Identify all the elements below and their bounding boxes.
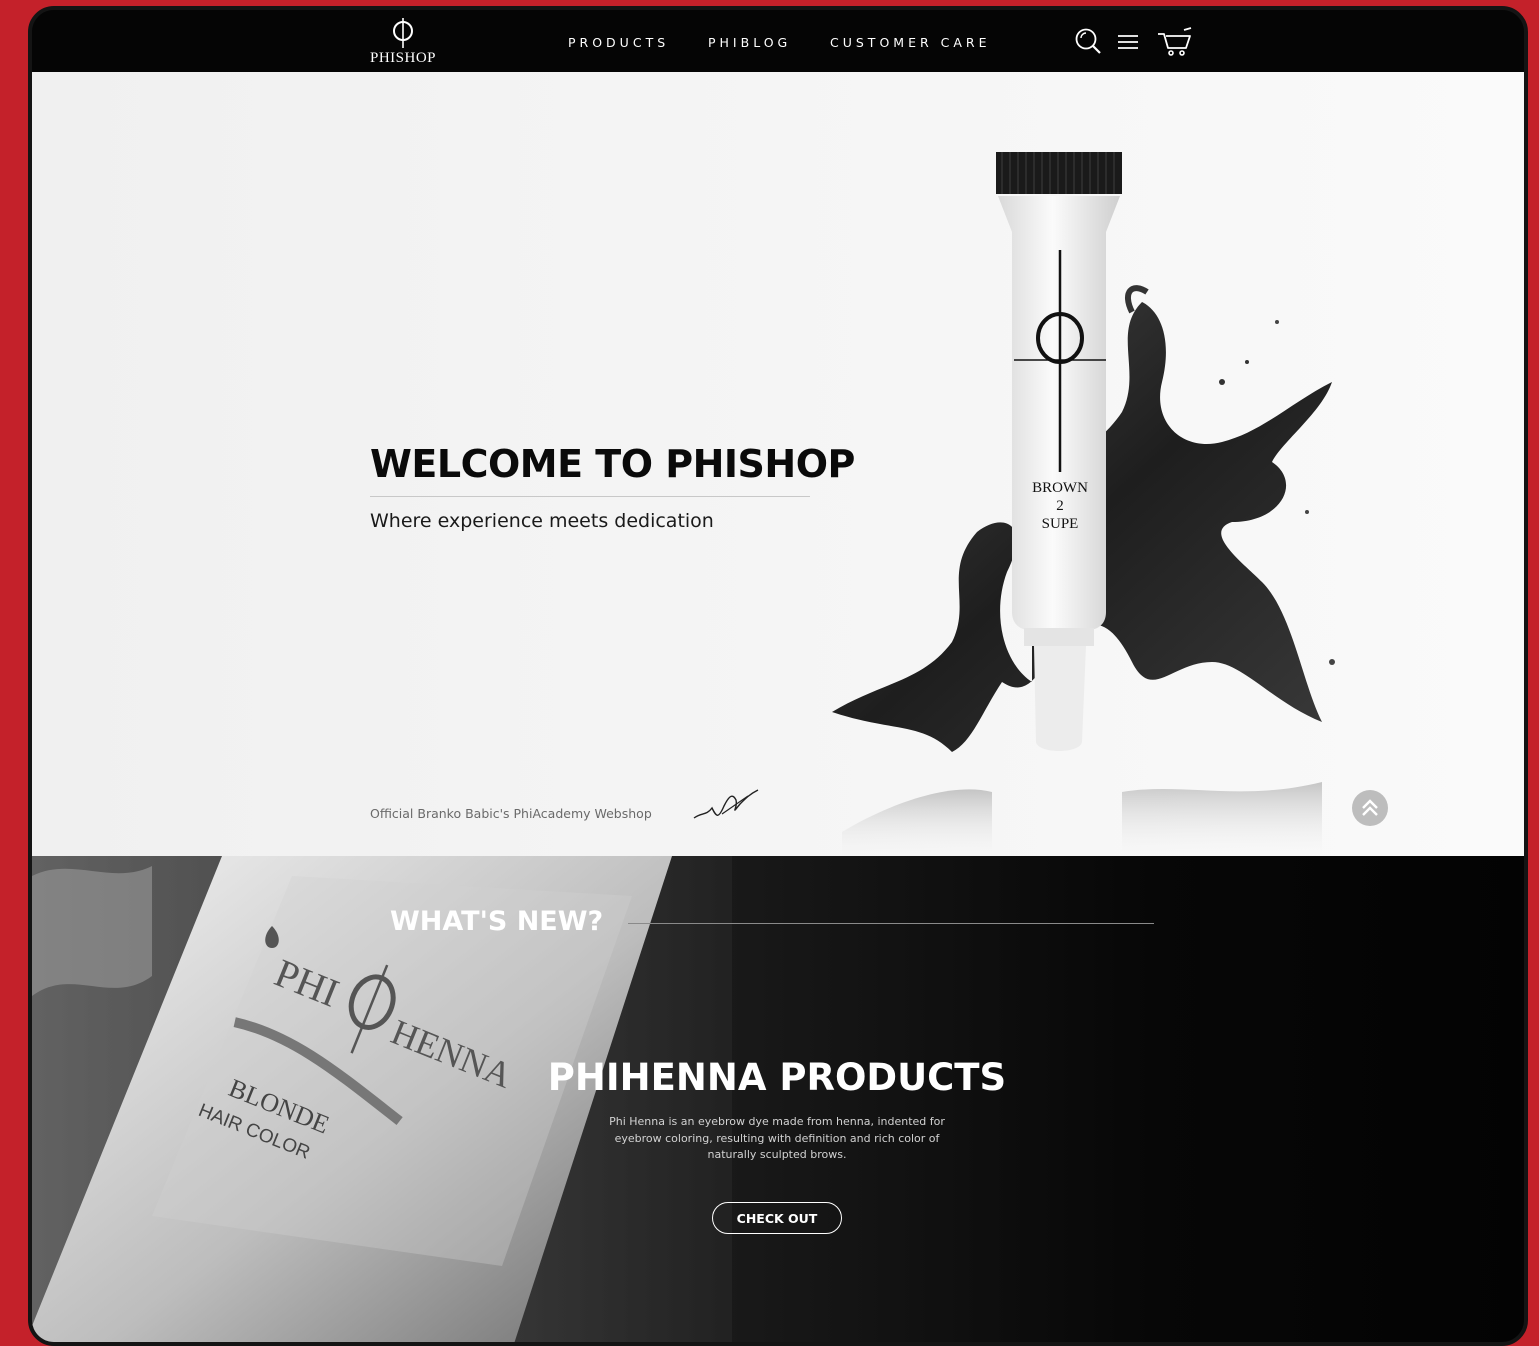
tube-label-line-1: BROWN	[1032, 480, 1088, 496]
hero-subtitle: Where experience meets dedication	[370, 510, 714, 532]
signature-image	[693, 789, 759, 819]
hero-footnote: Official Branko Babic's PhiAcademy Websh…	[370, 806, 652, 821]
cart-icon[interactable]	[1156, 26, 1192, 58]
hero-divider	[370, 496, 810, 497]
browser-frame: PHISHOP PRODUCTS PHIBLOG CUSTOMER CARE W…	[28, 6, 1528, 1346]
whats-new-section: PHI HENNA BLONDE HAIR COLOR WHAT'S NEW? …	[32, 856, 1524, 1342]
hero-section: WELCOME TO PHISHOP Where experience meet…	[32, 72, 1524, 856]
feature-title: PHIHENNA PRODUCTS	[547, 1056, 1007, 1099]
phihenna-package-image: PHI HENNA BLONDE HAIR COLOR	[32, 856, 732, 1342]
top-navigation: PHISHOP PRODUCTS PHIBLOG CUSTOMER CARE	[32, 10, 1524, 72]
whats-new-heading: WHAT'S NEW?	[390, 906, 604, 937]
tube-label-line-2: 2	[1056, 498, 1064, 514]
nav-link-customer-care[interactable]: CUSTOMER CARE	[830, 35, 991, 50]
nav-link-phiblog[interactable]: PHIBLOG	[708, 35, 791, 50]
hero-title: WELCOME TO PHISHOP	[370, 442, 855, 486]
nav-link-products[interactable]: PRODUCTS	[568, 35, 669, 50]
phishop-logo[interactable]: PHISHOP	[368, 18, 438, 66]
brown-tint-tube-image: BROWN 2 SUPE	[832, 152, 1335, 856]
feature-description: Phi Henna is an eyebrow dye made from he…	[609, 1115, 945, 1161]
phi-logo-icon	[393, 18, 413, 48]
double-chevron-up-icon	[1362, 799, 1378, 816]
whats-new-divider	[628, 923, 1154, 924]
search-icon[interactable]	[1072, 26, 1106, 58]
menu-icon[interactable]	[1112, 26, 1146, 58]
tube-label-line-3: SUPE	[1042, 516, 1079, 532]
scroll-to-top-button[interactable]	[1352, 790, 1388, 826]
check-out-button[interactable]: CHECK OUT	[712, 1202, 842, 1234]
logo-wordmark: PHISHOP	[369, 50, 437, 66]
